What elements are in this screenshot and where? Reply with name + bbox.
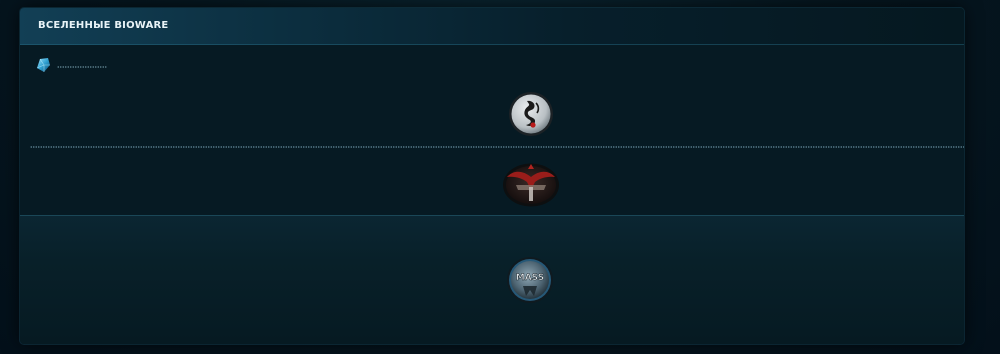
blue-crystal-bullet-icon bbox=[34, 56, 52, 74]
dotted-separator-short bbox=[57, 66, 107, 68]
panel-title: ВСЕЛЕННЫЕ BIOWARE bbox=[38, 20, 169, 31]
bioware-universes-panel: ВСЕЛЕННЫЕ BIOWARE MASS bbox=[20, 8, 964, 344]
mass-effect-emblem-link[interactable]: MASS bbox=[506, 256, 554, 304]
panel-content: MASS bbox=[20, 45, 964, 344]
mass-effect-emblem-text: MASS bbox=[516, 273, 544, 283]
jade-empire-emblem-icon bbox=[508, 91, 554, 137]
dragon-age-emblem-icon bbox=[502, 163, 560, 207]
dragon-age-emblem-link[interactable] bbox=[502, 163, 560, 207]
lower-section: MASS bbox=[20, 215, 964, 344]
mass-effect-emblem-icon: MASS bbox=[506, 256, 554, 304]
dotted-divider bbox=[30, 146, 964, 148]
jade-empire-emblem-link[interactable] bbox=[508, 91, 554, 137]
panel-header: ВСЕЛЕННЫЕ BIOWARE bbox=[20, 8, 964, 45]
